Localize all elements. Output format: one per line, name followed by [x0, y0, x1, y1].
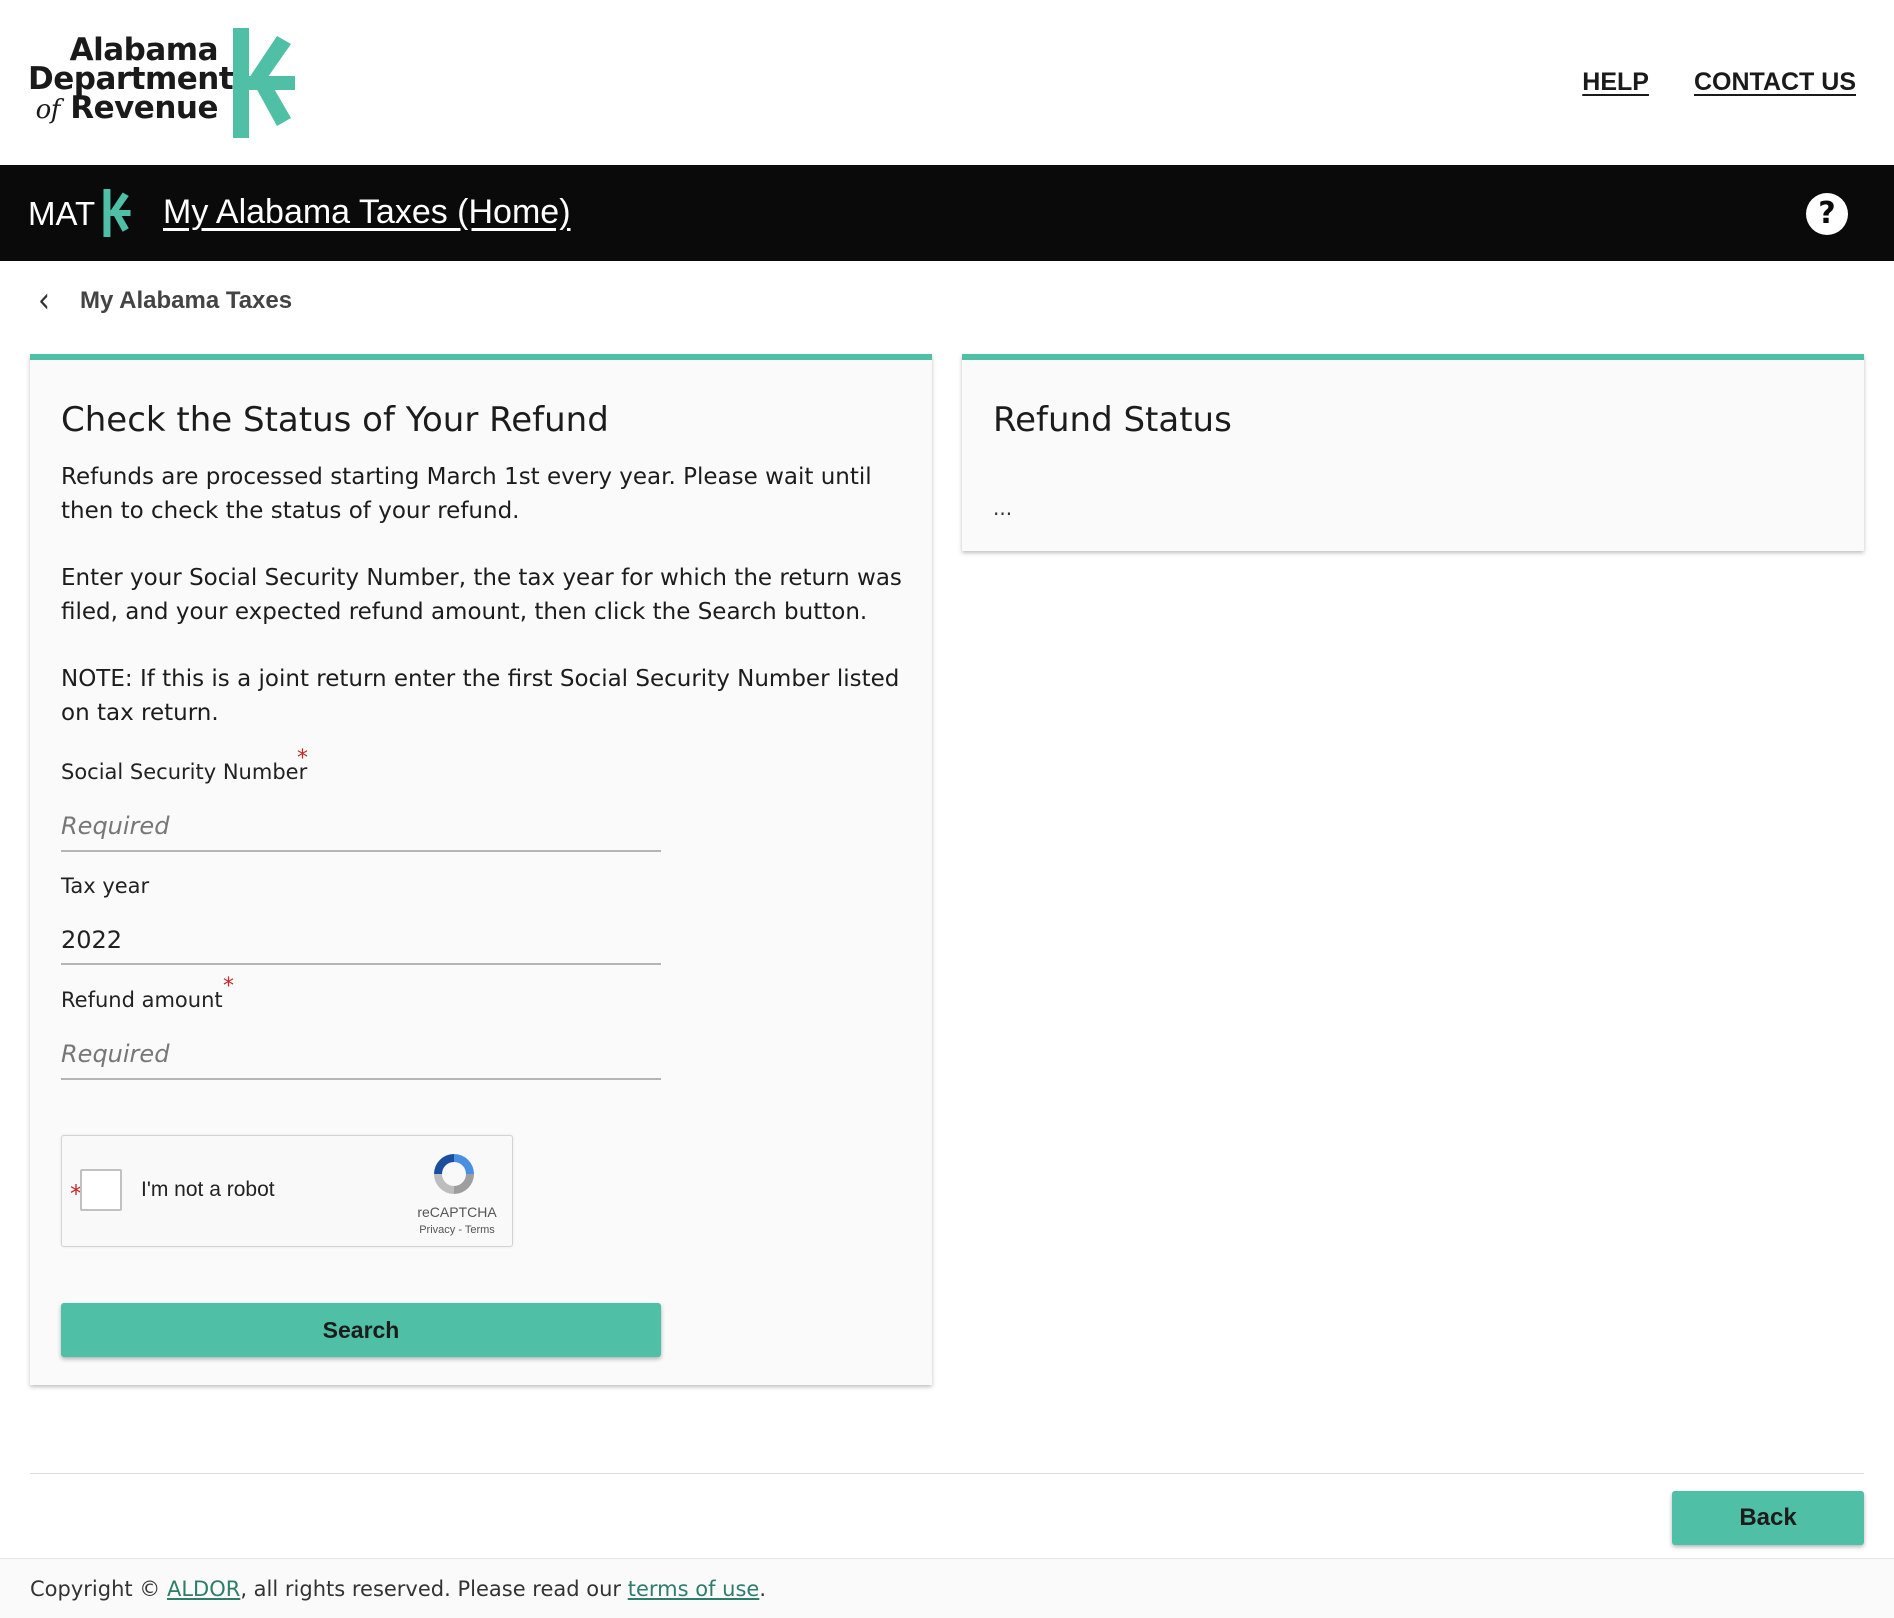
recaptcha-privacy-terms[interactable]: Privacy - Terms: [407, 1224, 507, 1236]
home-link[interactable]: My Alabama Taxes (Home): [163, 193, 571, 232]
recaptcha-checkbox[interactable]: [80, 1169, 122, 1211]
chevron-left-icon[interactable]: ‹: [38, 282, 50, 319]
help-circle-icon[interactable]: ?: [1806, 193, 1848, 235]
tax-year-select[interactable]: 2022: [61, 915, 661, 965]
copyright-text: Copyright © ALDOR, all rights reserved. …: [30, 1577, 766, 1601]
required-star: *: [223, 974, 234, 999]
refund-amount-input[interactable]: [61, 1030, 661, 1080]
recaptcha-brand: reCAPTCHA: [417, 1204, 497, 1220]
app-navbar: MAT My Alabama Taxes (Home) ?: [0, 165, 1894, 261]
footer: Copyright © ALDOR, all rights reserved. …: [0, 1558, 1894, 1618]
refund-amount-label: Refund amount: [61, 988, 223, 1012]
info-paragraph-2: Enter your Social Security Number, the t…: [61, 565, 902, 625]
aldor-link[interactable]: ALDOR: [167, 1577, 240, 1601]
info-paragraph-1: Refunds are processed starting March 1st…: [61, 464, 872, 524]
status-title: Refund Status: [993, 400, 1232, 440]
aldor-logo[interactable]: Alabama Department of Revenue: [28, 28, 318, 138]
recaptcha-icon: [434, 1154, 474, 1194]
ssn-label: Social Security Number: [61, 760, 308, 784]
tax-year-label: Tax year: [61, 874, 150, 898]
terms-of-use-link[interactable]: terms of use: [628, 1577, 760, 1601]
mat-label: MAT: [28, 195, 96, 232]
refund-form-card: Check the Status of Your Refund Refunds …: [30, 354, 932, 1385]
breadcrumb-label[interactable]: My Alabama Taxes: [80, 287, 292, 315]
contact-us-link[interactable]: CONTACT US: [1694, 68, 1856, 97]
divider: [30, 1473, 1864, 1474]
breadcrumb[interactable]: ‹ My Alabama Taxes: [38, 282, 292, 319]
help-link[interactable]: HELP: [1582, 68, 1649, 97]
form-title: Check the Status of Your Refund: [61, 400, 609, 440]
required-star: *: [297, 746, 308, 771]
info-paragraph-3: NOTE: If this is a joint return enter th…: [61, 666, 900, 726]
status-content: ...: [993, 496, 1013, 520]
logo-text: Alabama Department of Revenue: [28, 32, 234, 126]
recaptcha-label: I'm not a robot: [141, 1178, 275, 1201]
aldor-k-icon: [233, 28, 295, 138]
site-header: Alabama Department of Revenue HELP CONTA…: [0, 0, 1894, 165]
recaptcha-widget: * I'm not a robot reCAPTCHA Privacy - Te…: [61, 1135, 513, 1247]
refund-status-card: Refund Status ...: [962, 354, 1864, 551]
back-button[interactable]: Back: [1672, 1491, 1864, 1545]
ssn-input[interactable]: [61, 802, 661, 852]
search-button[interactable]: Search: [61, 1303, 661, 1357]
top-links: HELP CONTACT US: [1582, 68, 1856, 97]
mat-k-icon: [103, 189, 131, 237]
